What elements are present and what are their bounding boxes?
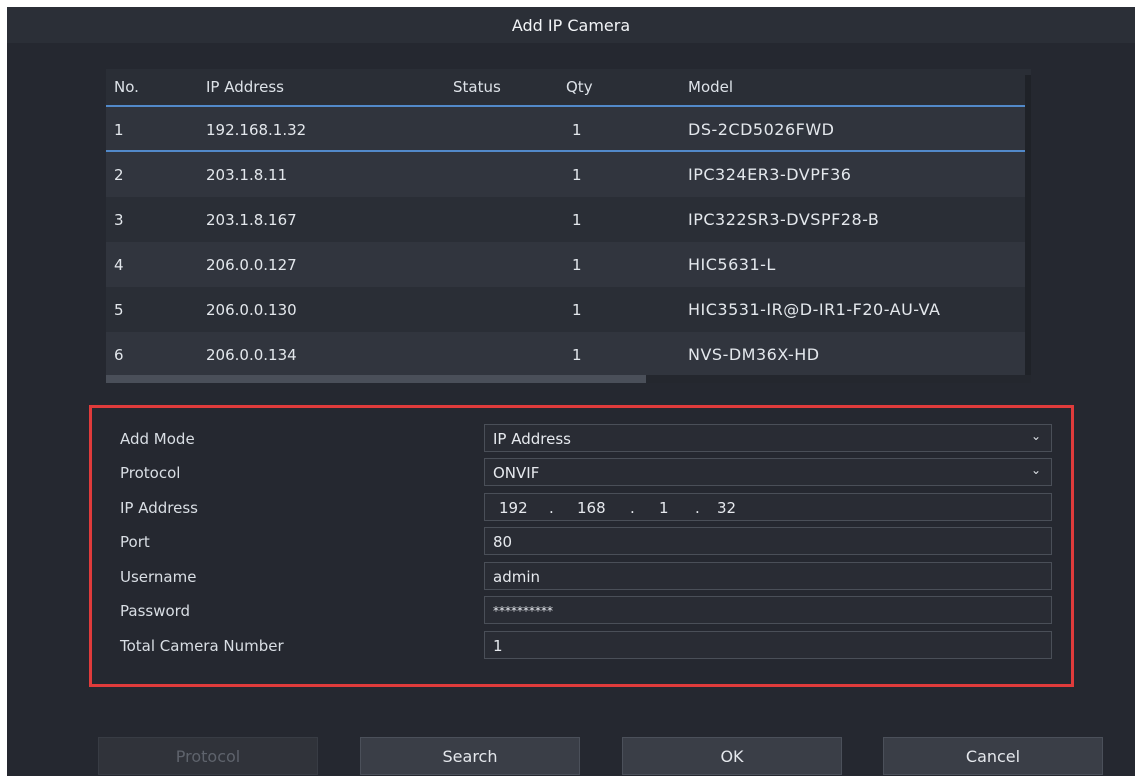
- ip-octet-1[interactable]: 192: [499, 499, 528, 517]
- camera-settings-panel: Add Mode IP Address ⌄ Protocol ONVIF ⌄ I…: [89, 405, 1074, 687]
- protocol-button[interactable]: Protocol: [98, 737, 318, 775]
- ip-separator: .: [549, 499, 554, 517]
- row-no: 3: [114, 211, 124, 229]
- total-camera-number-label: Total Camera Number: [120, 637, 284, 655]
- row-qty: 1: [572, 301, 582, 319]
- device-rows: 1 192.168.1.32 1 DS-2CD5026FWD 2 203.1.8…: [106, 107, 1031, 377]
- row-ip: 206.0.0.134: [206, 346, 297, 364]
- row-qty: 1: [572, 256, 582, 274]
- row-ip: 206.0.0.127: [206, 256, 297, 274]
- chevron-down-icon: ⌄: [1030, 429, 1041, 443]
- add-mode-label: Add Mode: [120, 430, 195, 448]
- vertical-scrollbar[interactable]: [1025, 75, 1031, 375]
- ip-address-field[interactable]: 192 . 168 . 1 . 32: [484, 493, 1052, 521]
- header-no[interactable]: No.: [114, 78, 139, 96]
- row-ip: 203.1.8.11: [206, 166, 288, 184]
- row-model: IPC322SR3-DVSPF28-B: [688, 210, 880, 229]
- protocol-value: ONVIF: [493, 464, 540, 482]
- ip-separator: .: [630, 499, 635, 517]
- ip-address-label: IP Address: [120, 499, 198, 517]
- header-ip-address[interactable]: IP Address: [206, 78, 284, 96]
- search-button[interactable]: Search: [360, 737, 580, 775]
- table-row[interactable]: 4 206.0.0.127 1 HIC5631-L: [106, 242, 1031, 287]
- row-no: 1: [114, 121, 124, 139]
- row-model: IPC324ER3-DVPF36: [688, 165, 852, 184]
- row-no: 5: [114, 301, 124, 319]
- row-ip: 203.1.8.167: [206, 211, 297, 229]
- horizontal-scrollbar-thumb[interactable]: [106, 375, 646, 383]
- port-value: 80: [493, 533, 513, 551]
- row-ip: 206.0.0.130: [206, 301, 297, 319]
- row-model: HIC5631-L: [688, 255, 776, 274]
- table-row[interactable]: 1 192.168.1.32 1 DS-2CD5026FWD: [106, 107, 1031, 152]
- password-value: **********: [493, 604, 553, 618]
- table-row[interactable]: 5 206.0.0.130 1 HIC3531-IR@D-IR1-F20-AU-…: [106, 287, 1031, 332]
- table-row[interactable]: 3 203.1.8.167 1 IPC322SR3-DVSPF28-B: [106, 197, 1031, 242]
- password-input[interactable]: **********: [484, 596, 1052, 624]
- row-model: NVS-DM36X-HD: [688, 345, 820, 364]
- horizontal-scrollbar[interactable]: [106, 375, 1031, 383]
- username-value: admin: [493, 568, 540, 586]
- cancel-button[interactable]: Cancel: [883, 737, 1103, 775]
- username-label: Username: [120, 568, 197, 586]
- total-camera-number-input[interactable]: 1: [484, 631, 1052, 659]
- header-status[interactable]: Status: [453, 78, 501, 96]
- table-row[interactable]: 2 203.1.8.11 1 IPC324ER3-DVPF36: [106, 152, 1031, 197]
- total-camera-number-value: 1: [493, 637, 503, 655]
- ip-separator: .: [695, 499, 700, 517]
- chevron-down-icon: ⌄: [1030, 463, 1041, 477]
- row-qty: 1: [572, 166, 582, 184]
- header-qty[interactable]: Qty: [566, 78, 593, 96]
- ip-octet-4[interactable]: 32: [717, 499, 736, 517]
- add-mode-select[interactable]: IP Address ⌄: [484, 424, 1052, 452]
- device-list: No. IP Address Status Qty Model 1 192.16…: [106, 69, 1031, 383]
- protocol-label: Protocol: [120, 464, 181, 482]
- username-input[interactable]: admin: [484, 562, 1052, 590]
- ip-octet-3[interactable]: 1: [659, 499, 669, 517]
- row-qty: 1: [572, 121, 582, 139]
- row-qty: 1: [572, 346, 582, 364]
- port-input[interactable]: 80: [484, 527, 1052, 555]
- ip-octet-2[interactable]: 168: [577, 499, 606, 517]
- row-no: 4: [114, 256, 124, 274]
- dialog-title: Add IP Camera: [7, 7, 1135, 43]
- row-no: 6: [114, 346, 124, 364]
- protocol-select[interactable]: ONVIF ⌄: [484, 458, 1052, 486]
- row-model: DS-2CD5026FWD: [688, 120, 835, 139]
- table-row[interactable]: 6 206.0.0.134 1 NVS-DM36X-HD: [106, 332, 1031, 377]
- device-list-header: No. IP Address Status Qty Model: [106, 69, 1031, 107]
- row-qty: 1: [572, 211, 582, 229]
- row-model: HIC3531-IR@D-IR1-F20-AU-VA: [688, 300, 941, 319]
- row-no: 2: [114, 166, 124, 184]
- port-label: Port: [120, 533, 150, 551]
- header-model[interactable]: Model: [688, 78, 733, 96]
- row-ip: 192.168.1.32: [206, 121, 307, 139]
- ok-button[interactable]: OK: [622, 737, 842, 775]
- add-ip-camera-dialog: Add IP Camera No. IP Address Status Qty …: [7, 7, 1135, 776]
- password-label: Password: [120, 602, 191, 620]
- add-mode-value: IP Address: [493, 430, 571, 448]
